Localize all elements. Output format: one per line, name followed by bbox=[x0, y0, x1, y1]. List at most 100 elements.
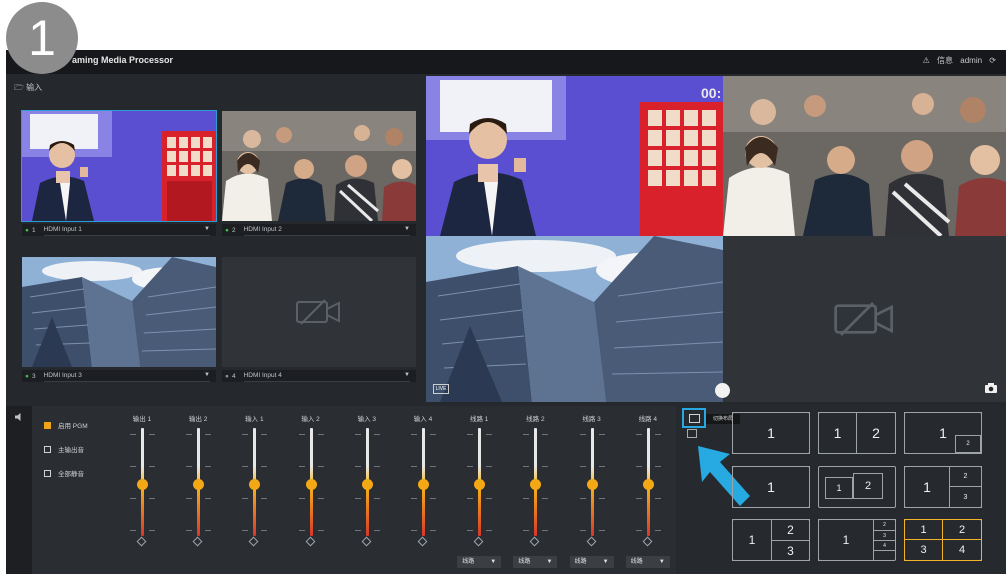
channel-label: 线路 1 bbox=[469, 416, 489, 423]
layout-cell: 2 bbox=[856, 412, 896, 454]
fader-reset-icon[interactable] bbox=[361, 536, 372, 547]
layout-option-pip-center[interactable]: 12 bbox=[818, 466, 896, 508]
source-select-3[interactable]: HDMI Input 3 ▼ bbox=[43, 370, 210, 382]
layout-cell: 3 bbox=[771, 540, 810, 561]
camera-icon[interactable] bbox=[984, 382, 998, 394]
fader-reset-icon[interactable] bbox=[473, 536, 484, 547]
source-select-2[interactable]: HDMI Input 2 ▼ bbox=[243, 224, 410, 236]
layout-option-single[interactable]: 1 bbox=[732, 412, 810, 454]
fader-tick bbox=[654, 434, 661, 435]
fader-reset-icon[interactable] bbox=[305, 536, 316, 547]
fader-tick bbox=[654, 466, 661, 467]
option-mute-all[interactable]: 全部静音 bbox=[44, 468, 84, 478]
fader-knob[interactable] bbox=[305, 478, 317, 490]
fader-tick bbox=[654, 498, 661, 499]
fader-knob[interactable] bbox=[249, 478, 261, 490]
record-button[interactable] bbox=[715, 383, 730, 398]
checkbox-checked-icon[interactable] bbox=[44, 421, 51, 429]
fader-tick bbox=[635, 466, 642, 467]
source-select-1[interactable]: HDMI Input 1 ▼ bbox=[43, 224, 210, 236]
fader-tick bbox=[354, 530, 361, 531]
fader-tick bbox=[411, 434, 417, 435]
fader-tick bbox=[486, 466, 493, 467]
fader-knob[interactable] bbox=[530, 478, 542, 490]
chevron-down-icon: ▼ bbox=[658, 559, 665, 565]
live-chip: LIVE bbox=[433, 384, 449, 394]
channel-line-select[interactable]: 线路 ▼ bbox=[625, 556, 670, 568]
source-label-3[interactable]: ● 3 HDMI Input 3 ▼ bbox=[22, 370, 216, 382]
sources-header: 🗁 输入 bbox=[14, 83, 43, 92]
fader-tick bbox=[242, 434, 249, 435]
source-select-4[interactable]: HDMI Input 4 ▼ bbox=[243, 370, 410, 382]
layout-cell: 2 bbox=[853, 473, 883, 499]
fader-tick bbox=[261, 498, 268, 499]
chevron-down-icon: ▼ bbox=[204, 226, 210, 232]
fader-reset-icon[interactable] bbox=[642, 536, 653, 547]
warning-icon[interactable]: ⚠ bbox=[923, 56, 930, 65]
option-enable-pgm[interactable]: 启用 PGM bbox=[44, 420, 88, 430]
layout-option-three-right[interactable]: 123 bbox=[904, 466, 982, 508]
fader-reset-icon[interactable] bbox=[136, 536, 147, 547]
speaker-icon[interactable] bbox=[14, 412, 24, 422]
fader-tick bbox=[261, 434, 268, 435]
channel-label: 输入 4 bbox=[413, 416, 433, 423]
refresh-icon[interactable]: ⟳ bbox=[989, 56, 996, 65]
fader-knob[interactable] bbox=[642, 478, 654, 490]
fader-knob[interactable] bbox=[193, 478, 205, 490]
title-bar: aming Media Processor ⚠ 信息 admin ⟳ bbox=[6, 50, 1006, 74]
presenter-image bbox=[22, 111, 216, 221]
channel-line-select[interactable]: 线路 ▼ bbox=[457, 556, 502, 568]
fader-tick bbox=[149, 530, 155, 531]
channel-line-select-value: 线路 bbox=[518, 559, 531, 565]
fader-tick bbox=[186, 530, 193, 531]
source-preview-3[interactable] bbox=[22, 257, 216, 367]
source-label-2[interactable]: ● 2 HDMI Input 2 ▼ bbox=[222, 224, 416, 236]
channel-label: 输入 1 bbox=[245, 416, 264, 423]
fader-tick bbox=[467, 434, 474, 435]
channel-label: 输出 1 bbox=[132, 416, 152, 423]
fader-tick bbox=[205, 498, 212, 499]
fader-tick bbox=[542, 466, 549, 467]
source-preview-4[interactable] bbox=[222, 257, 416, 367]
source-label-1[interactable]: ● 1 HDMI Input 1 ▼ bbox=[22, 224, 216, 236]
fader-knob[interactable] bbox=[418, 478, 429, 490]
layout-option-side-by-side[interactable]: 12 bbox=[818, 412, 896, 454]
fader-tick bbox=[205, 466, 212, 467]
fader-tick bbox=[467, 466, 474, 467]
program-quadrant-4 bbox=[723, 236, 1006, 402]
fader-knob[interactable] bbox=[586, 478, 598, 490]
layout-option-quad[interactable]: 1234 bbox=[904, 519, 982, 561]
layout-option-pip-corner[interactable]: 12 bbox=[904, 412, 982, 454]
fader-knob[interactable] bbox=[361, 478, 373, 490]
mixer-channel-7: 线路 1 线路 ▼ bbox=[451, 406, 507, 574]
checkbox-icon[interactable] bbox=[44, 445, 51, 453]
user-name[interactable]: admin bbox=[960, 56, 982, 65]
channel-line-select[interactable]: 线路 ▼ bbox=[513, 556, 558, 568]
fader-knob[interactable] bbox=[474, 478, 486, 490]
option-main-output-audio[interactable]: 主输出音 bbox=[44, 444, 84, 454]
layout-secondary-button[interactable] bbox=[687, 429, 697, 438]
source-preview-1[interactable] bbox=[21, 110, 217, 222]
checkbox-icon[interactable] bbox=[44, 469, 51, 477]
layout-option-four-stack[interactable]: 1234 bbox=[818, 519, 896, 561]
source-label-4[interactable]: ● 4 HDMI Input 4 ▼ bbox=[222, 370, 416, 382]
folder-icon: 🗁 bbox=[14, 83, 24, 92]
title-bar-status: ⚠ 信息 admin ⟳ bbox=[918, 55, 996, 66]
layout-option-pip-left[interactable]: 1 bbox=[732, 466, 810, 508]
layout-option-three-stack[interactable]: 123 bbox=[732, 519, 810, 561]
fader-tick bbox=[523, 498, 530, 499]
fader-tick bbox=[354, 466, 361, 467]
fader-reset-icon[interactable] bbox=[417, 536, 428, 547]
layout-toggle-button[interactable] bbox=[682, 408, 706, 428]
fader-tick bbox=[373, 434, 380, 435]
status-label[interactable]: 信息 bbox=[937, 56, 953, 65]
fader-tick bbox=[298, 498, 305, 499]
channel-line-select[interactable]: 线路 ▼ bbox=[569, 556, 614, 568]
active-dot-icon: ● bbox=[25, 226, 29, 234]
source-preview-2[interactable] bbox=[222, 111, 416, 221]
fader-reset-icon[interactable] bbox=[529, 536, 540, 547]
fader-reset-icon[interactable] bbox=[192, 536, 203, 547]
fader-reset-icon[interactable] bbox=[586, 536, 597, 547]
fader-knob[interactable] bbox=[137, 478, 148, 490]
fader-reset-icon[interactable] bbox=[248, 536, 259, 547]
